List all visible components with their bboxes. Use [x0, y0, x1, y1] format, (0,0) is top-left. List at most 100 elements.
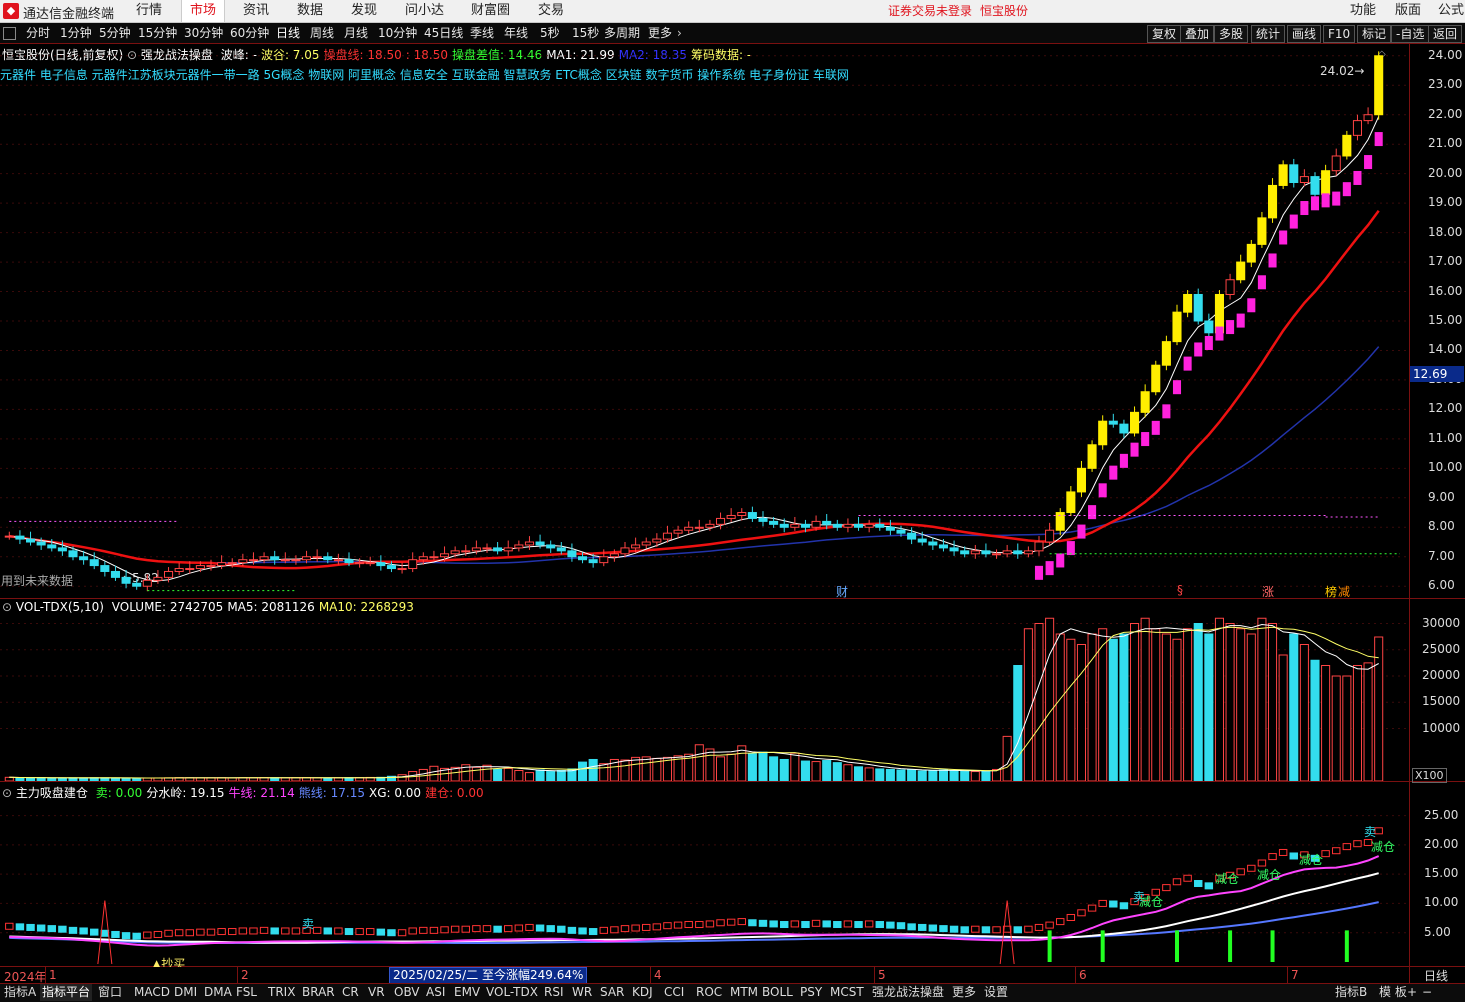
- bottom-right-control-0[interactable]: 指标B: [1333, 984, 1369, 1001]
- indicator-tab-24[interactable]: MCST: [828, 984, 866, 1001]
- indicator-tab-0[interactable]: 指标A: [2, 984, 38, 1001]
- volume-chart[interactable]: [0, 599, 1409, 781]
- volume-bar-107: [1140, 617, 1150, 781]
- period-tab-8[interactable]: 月线: [344, 23, 368, 43]
- menu-item-0[interactable]: 行情: [128, 0, 170, 22]
- indicator-tab-25[interactable]: 强龙战法操盘: [870, 984, 946, 1001]
- toolbar-button-3[interactable]: 统计: [1251, 25, 1286, 43]
- indicator-tab-1[interactable]: 指标平台: [40, 984, 93, 1001]
- period-tab-16[interactable]: 更多: [648, 23, 672, 43]
- candle-body-6: [68, 550, 78, 558]
- indicator-tab-6[interactable]: FSL: [234, 984, 259, 1001]
- period-tab-15[interactable]: 多周期: [604, 23, 640, 43]
- volume-bar-127: [1352, 665, 1362, 781]
- toolbar-button-4[interactable]: 画线: [1287, 25, 1322, 43]
- candle-body-14: [153, 576, 163, 581]
- candle-body-59: [631, 544, 641, 549]
- indicator-tab-4[interactable]: DMI: [172, 984, 199, 1001]
- period-tab-7[interactable]: 周线: [310, 23, 334, 43]
- reduce-signal-1[interactable]: 减仓: [1215, 870, 1239, 887]
- right-menu-item-2[interactable]: 公式: [1438, 0, 1464, 22]
- event-marker-1[interactable]: §: [1177, 583, 1183, 597]
- toolbar-button-mark[interactable]: 标记: [1357, 25, 1392, 43]
- period-tab-0[interactable]: 分时: [26, 23, 50, 43]
- indicator-tab-10[interactable]: VR: [366, 984, 387, 1001]
- menu-item-6[interactable]: 财富圈: [463, 0, 518, 22]
- indicator-tab-26[interactable]: 更多: [950, 984, 978, 1001]
- indicator-tab-27[interactable]: 设置: [982, 984, 1010, 1001]
- menu-item-1[interactable]: 市场: [181, 0, 226, 22]
- toolbar-button-5[interactable]: F10: [1323, 25, 1356, 43]
- indicator-tab-8[interactable]: BRAR: [300, 984, 337, 1001]
- event-marker-3[interactable]: 榜: [1325, 583, 1337, 600]
- indicator-tab-16[interactable]: WR: [570, 984, 594, 1001]
- reduce-signal-3[interactable]: 减仓: [1299, 851, 1323, 868]
- period-tab-3[interactable]: 15分钟: [138, 23, 177, 43]
- indicator-tab-11[interactable]: OBV: [392, 984, 422, 1001]
- indicator-tab-5[interactable]: DMA: [202, 984, 234, 1001]
- notice-stock[interactable]: 恒宝股份: [980, 0, 1028, 22]
- indicator-tab-7[interactable]: TRIX: [266, 984, 297, 1001]
- menu-item-2[interactable]: 资讯: [235, 0, 277, 22]
- period-tab-4[interactable]: 30分钟: [184, 23, 223, 43]
- indicator-tab-14[interactable]: VOL-TDX: [484, 984, 540, 1001]
- right-menu-item-0[interactable]: 功能: [1350, 0, 1376, 22]
- indicator-tab-13[interactable]: EMV: [452, 984, 482, 1001]
- event-marker-4[interactable]: 减: [1338, 583, 1350, 600]
- indicator-tab-18[interactable]: KDJ: [630, 984, 655, 1001]
- indicator2-block-11: [121, 932, 131, 940]
- toolbar-button-0[interactable]: 复权: [1147, 25, 1182, 43]
- indicator-tab-19[interactable]: CCI: [662, 984, 686, 1001]
- reduce-signal-2[interactable]: 减仓: [1257, 866, 1281, 883]
- toolbar-button-6[interactable]: -自选: [1391, 25, 1430, 43]
- menu-item-4[interactable]: 发现: [343, 0, 385, 22]
- price-chart[interactable]: [0, 44, 1409, 598]
- indicator2-block-34: [366, 928, 375, 936]
- menu-item-5[interactable]: 问小达: [397, 0, 452, 22]
- indicator-tab-2[interactable]: 窗口: [96, 984, 124, 1001]
- period-tab-9[interactable]: 10分钟: [378, 23, 417, 43]
- toolbar-button-1[interactable]: 叠加: [1180, 25, 1215, 43]
- period-tab-14[interactable]: 15秒: [572, 23, 599, 43]
- period-tab-5[interactable]: 60分钟: [230, 23, 269, 43]
- bottom-right-control-3[interactable]: −: [1420, 984, 1434, 1001]
- operating-block-113: [1204, 335, 1213, 350]
- chevron-right-icon[interactable]: ›: [677, 23, 682, 43]
- bottom-right-control-2[interactable]: +: [1405, 984, 1419, 1001]
- indicator-tab-23[interactable]: PSY: [798, 984, 824, 1001]
- volume-bar-112: [1193, 623, 1203, 781]
- current-price-tag: 12.69: [1410, 366, 1464, 382]
- operating-block-103: [1098, 483, 1107, 498]
- reduce-signal-0[interactable]: 减仓: [1139, 893, 1163, 910]
- indicator-tab-21[interactable]: MTM: [728, 984, 760, 1001]
- indicator-tab-9[interactable]: CR: [340, 984, 361, 1001]
- indicator-tab-17[interactable]: SAR: [598, 984, 626, 1001]
- sell-signal-0[interactable]: 卖: [302, 915, 314, 932]
- period-tab-11[interactable]: 季线: [470, 23, 494, 43]
- indicator2-chart[interactable]: [0, 782, 1409, 966]
- toolbar-button-2[interactable]: 多股: [1214, 25, 1249, 43]
- event-marker-2[interactable]: 涨: [1262, 583, 1274, 600]
- panel-toggle-icon[interactable]: [3, 27, 16, 40]
- event-marker-0[interactable]: 财: [836, 583, 848, 600]
- period-tab-10[interactable]: 45日线: [424, 23, 463, 43]
- volume-bar-115: [1225, 623, 1235, 781]
- right-menu-item-1[interactable]: 版面: [1395, 0, 1421, 22]
- indicator-tab-12[interactable]: ASI: [424, 984, 447, 1001]
- indicator-tab-15[interactable]: RSI: [542, 984, 566, 1001]
- login-notice[interactable]: 证券交易未登录: [888, 0, 972, 22]
- period-tab-2[interactable]: 5分钟: [99, 23, 131, 43]
- indicator-tab-3[interactable]: MACD: [132, 984, 172, 1001]
- indicator2-block-74: [790, 920, 800, 928]
- period-tab-6[interactable]: 日线: [276, 23, 300, 43]
- indicator-tab-20[interactable]: ROC: [694, 984, 724, 1001]
- period-tab-1[interactable]: 1分钟: [60, 23, 92, 43]
- menu-item-3[interactable]: 数据: [289, 0, 331, 22]
- reduce-signal-4[interactable]: 减仓: [1371, 838, 1395, 855]
- period-tab-12[interactable]: 年线: [504, 23, 528, 43]
- candle-body-28: [302, 556, 312, 561]
- period-tab-13[interactable]: 5秒: [540, 23, 560, 43]
- toolbar-button-7[interactable]: 返回: [1428, 25, 1463, 43]
- menu-item-7[interactable]: 交易: [530, 0, 572, 22]
- indicator-tab-22[interactable]: BOLL: [760, 984, 795, 1001]
